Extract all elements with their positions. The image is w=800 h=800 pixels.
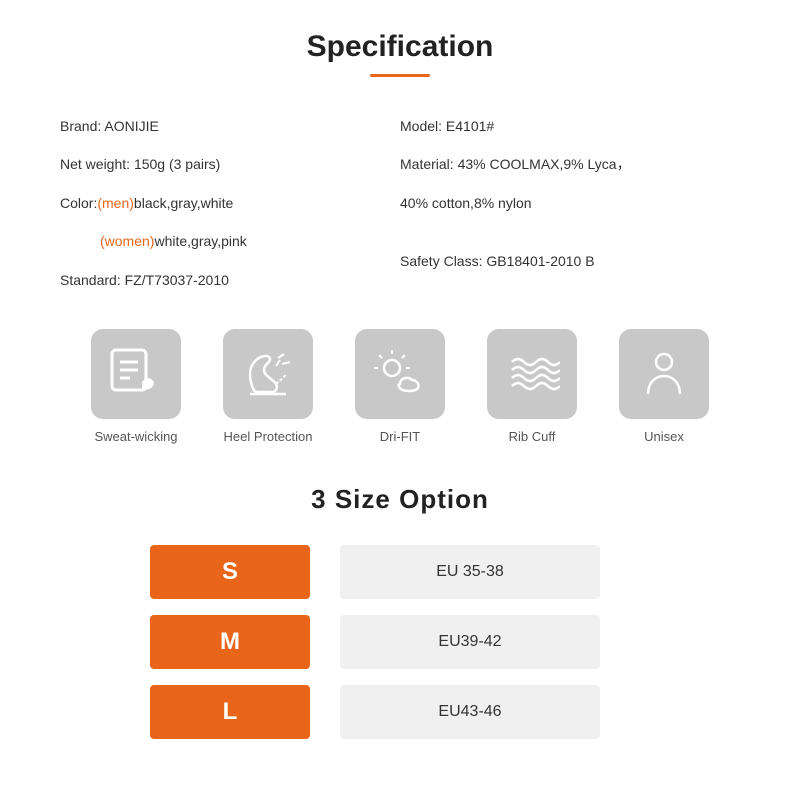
icon-heel-protection: Heel Protection (213, 329, 323, 444)
size-row-l: L EU43-46 (150, 685, 650, 739)
spec-model: Model: E4101# (400, 107, 740, 145)
heel-protection-icon-box (223, 329, 313, 419)
rib-cuff-icon (504, 346, 560, 402)
spec-standard-key: Standard: (60, 272, 121, 288)
spec-material-value2: 40% cotton,8% nylon (400, 195, 532, 211)
spec-material-key: Material: (400, 156, 454, 172)
spec-weight-key: Net weight: (60, 156, 130, 172)
spec-color-women: (women)white,gray,pink (60, 222, 400, 260)
sweat-wicking-icon-box (91, 329, 181, 419)
icon-sweat-wicking: Sweat-wicking (81, 329, 191, 444)
page-title: Specification (60, 30, 740, 64)
spec-standard: Standard: FZ/T73037-2010 (60, 261, 400, 299)
sweat-wicking-label: Sweat-wicking (94, 429, 177, 444)
spec-safety: Safety Class: GB18401-2010 B (400, 242, 740, 280)
spec-brand-value: AONIJIE (104, 118, 158, 134)
spec-color: Color:(men)black,gray,white (60, 184, 400, 222)
icon-rib-cuff: Rib Cuff (477, 329, 587, 444)
spec-weight-value: 150g (3 pairs) (134, 156, 220, 172)
spec-color-women-values: white,gray,pink (154, 233, 246, 249)
spec-material-2: 40% cotton,8% nylon (400, 184, 740, 222)
size-m-value: EU39-42 (340, 615, 600, 669)
icon-unisex: Unisex (609, 329, 719, 444)
specs-left: Brand: AONIJIE Net weight: 150g (3 pairs… (60, 107, 400, 299)
spec-model-key: Model: (400, 118, 442, 134)
icon-dri-fit: Dri-FIT (345, 329, 455, 444)
dri-fit-label: Dri-FIT (380, 429, 420, 444)
title-underline (370, 74, 430, 77)
spec-color-key: Color: (60, 195, 97, 211)
spec-model-value: E4101# (446, 118, 494, 134)
heel-protection-label: Heel Protection (224, 429, 313, 444)
size-l-button[interactable]: L (150, 685, 310, 739)
size-section: 3 Size Option S EU 35-38 M EU39-42 L EU4… (60, 484, 740, 739)
unisex-icon (636, 346, 692, 402)
sweat-wicking-icon (108, 346, 164, 402)
spec-standard-value: FZ/T73037-2010 (125, 272, 229, 288)
size-row-m: M EU39-42 (150, 615, 650, 669)
size-title: 3 Size Option (60, 484, 740, 515)
spec-safety-value: GB18401-2010 B (486, 253, 594, 269)
unisex-icon-box (619, 329, 709, 419)
size-s-value: EU 35-38 (340, 545, 600, 599)
size-s-button[interactable]: S (150, 545, 310, 599)
spec-color-women-label: (women) (100, 233, 154, 249)
size-row-s: S EU 35-38 (150, 545, 650, 599)
unisex-label: Unisex (644, 429, 684, 444)
rib-cuff-icon-box (487, 329, 577, 419)
title-section: Specification (60, 30, 740, 77)
specs-right: Model: E4101# Material: 43% COOLMAX,9% L… (400, 107, 740, 299)
size-rows: S EU 35-38 M EU39-42 L EU43-46 (60, 545, 740, 739)
page-container: Specification Brand: AONIJIE Net weight:… (0, 0, 800, 779)
spec-brand: Brand: AONIJIE (60, 107, 400, 145)
size-m-button[interactable]: M (150, 615, 310, 669)
spec-safety-key: Safety Class: (400, 253, 482, 269)
spec-material: Material: 43% COOLMAX,9% Lyca， (400, 145, 740, 183)
dri-fit-icon-box (355, 329, 445, 419)
spec-color-men-values: black,gray,white (134, 195, 233, 211)
heel-protection-icon (240, 346, 296, 402)
specs-grid: Brand: AONIJIE Net weight: 150g (3 pairs… (60, 107, 740, 299)
spec-material-value1: 43% COOLMAX,9% Lyca， (458, 156, 631, 172)
spec-brand-key: Brand: (60, 118, 101, 134)
rib-cuff-label: Rib Cuff (509, 429, 556, 444)
spec-weight: Net weight: 150g (3 pairs) (60, 145, 400, 183)
icons-section: Sweat-wicking Heel Protection (60, 329, 740, 444)
spec-color-men: (men) (97, 195, 134, 211)
dri-fit-icon (372, 346, 428, 402)
size-l-value: EU43-46 (340, 685, 600, 739)
